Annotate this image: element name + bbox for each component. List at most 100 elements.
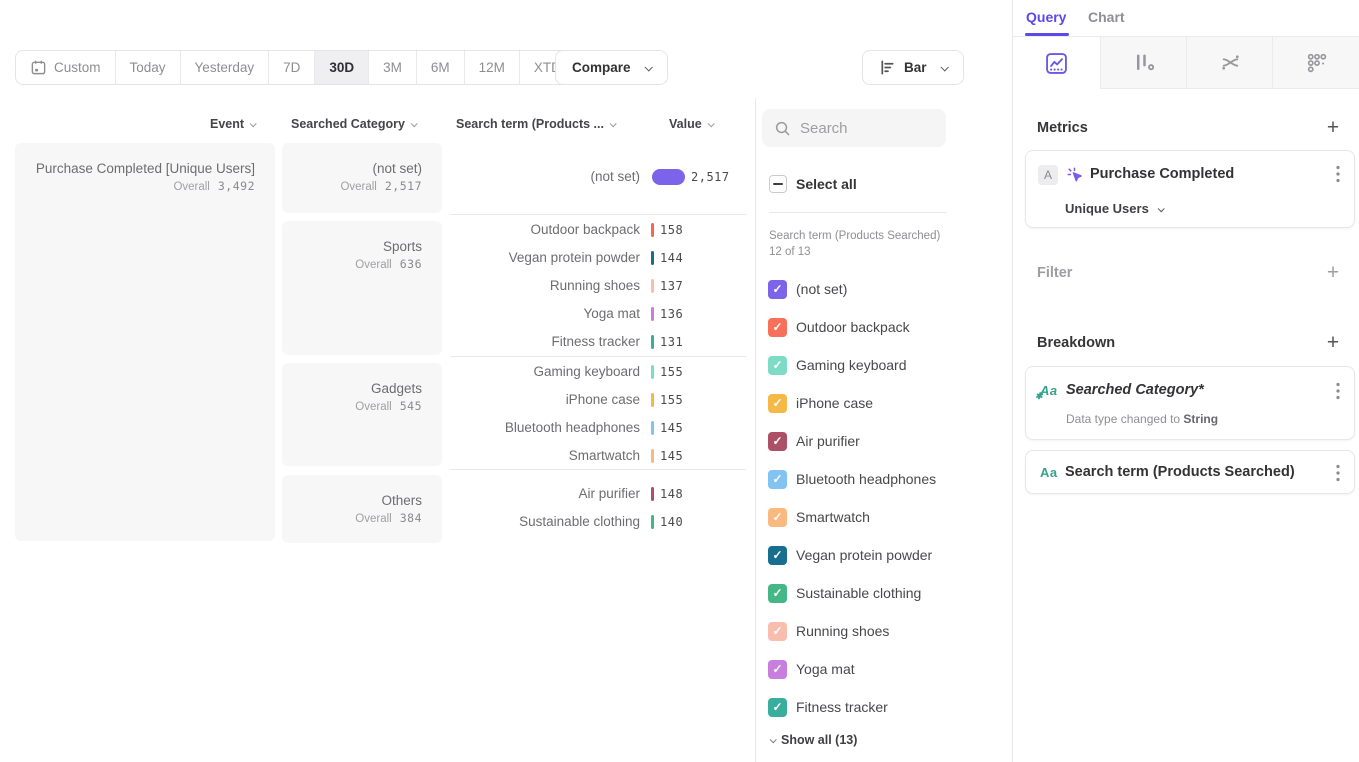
tab-query[interactable]: Query: [1026, 9, 1066, 25]
column-header-value[interactable]: Value: [669, 117, 713, 131]
show-all-label: Show all (13): [781, 733, 857, 747]
add-metric-button[interactable]: +: [1322, 117, 1344, 139]
legend-item-label: Bluetooth headphones: [796, 471, 936, 487]
breakdown-card[interactable]: Aa Search term (Products Searched): [1025, 450, 1355, 494]
checkbox-checked-icon[interactable]: [768, 394, 787, 413]
chart-type-dropdown[interactable]: Bar: [862, 50, 964, 85]
checkbox-checked-icon[interactable]: [768, 432, 787, 451]
show-all-link[interactable]: Show all (13): [770, 733, 857, 747]
value-bar: [651, 279, 654, 293]
legend-item-label: Smartwatch: [796, 509, 870, 525]
legend-item[interactable]: Outdoor backpack: [768, 317, 910, 337]
legend-item[interactable]: Bluetooth headphones: [768, 469, 936, 489]
panel-divider: [755, 98, 756, 762]
event-overall: Overall3,492: [15, 179, 275, 193]
select-all-label: Select all: [796, 176, 857, 192]
tab-chart[interactable]: Chart: [1088, 9, 1125, 25]
chart-type-label: Bar: [904, 60, 927, 75]
filter-title: Filter: [1037, 265, 1072, 281]
legend-item[interactable]: Air purifier: [768, 431, 860, 451]
date-range-custom[interactable]: Custom: [16, 51, 116, 84]
compare-button[interactable]: Compare: [555, 50, 668, 85]
search-term: (not set): [450, 169, 640, 184]
calendar-icon: [30, 59, 47, 76]
breakdown-card[interactable]: Aa ✱ Searched Category* Data type change…: [1025, 366, 1355, 440]
search-term: iPhone case: [450, 392, 640, 407]
search-term: Air purifier: [450, 486, 640, 501]
breakdown-name: Searched Category*: [1066, 382, 1204, 398]
legend-item[interactable]: (not set): [768, 279, 847, 299]
list-divider: [769, 212, 946, 213]
column-header-category[interactable]: Searched Category: [291, 117, 416, 131]
date-range-label: 7D: [283, 60, 300, 75]
breakdown-name: Search term (Products Searched): [1065, 464, 1295, 480]
kebab-menu-icon[interactable]: [1336, 464, 1340, 482]
tab-funnels[interactable]: [1100, 37, 1187, 89]
date-range-30d[interactable]: 30D: [315, 51, 369, 84]
checkbox-checked-icon[interactable]: [768, 584, 787, 603]
indeterminate-checkbox[interactable]: [769, 175, 787, 193]
date-range-yesterday[interactable]: Yesterday: [181, 51, 270, 84]
tab-retention[interactable]: [1272, 37, 1359, 89]
funnel-icon: [1133, 51, 1156, 74]
legend-item-label: (not set): [796, 281, 847, 297]
checkbox-checked-icon[interactable]: [768, 546, 787, 565]
value-bar: [651, 487, 654, 501]
checkbox-checked-icon[interactable]: [768, 508, 787, 527]
overall-label: Overall: [340, 181, 376, 193]
search-input[interactable]: [800, 120, 930, 137]
date-range-3m[interactable]: 3M: [369, 51, 417, 84]
table-row: Air purifier 148: [450, 480, 750, 508]
table-row: Fitness tracker 131: [450, 328, 750, 356]
legend-item[interactable]: Gaming keyboard: [768, 355, 907, 375]
legend-item[interactable]: Running shoes: [768, 621, 889, 641]
date-range-12m[interactable]: 12M: [465, 51, 520, 84]
table-row: Bluetooth headphones 145: [450, 414, 750, 442]
legend-item[interactable]: iPhone case: [768, 393, 873, 413]
checkbox-checked-icon[interactable]: [768, 356, 787, 375]
column-header-event[interactable]: Event: [210, 117, 255, 131]
add-breakdown-button[interactable]: +: [1322, 332, 1344, 354]
search-term: Sustainable clothing: [450, 514, 640, 529]
checkbox-checked-icon[interactable]: [768, 698, 787, 717]
value-label: 131: [660, 335, 683, 349]
header-label: Event: [210, 117, 244, 131]
add-filter-button[interactable]: +: [1322, 262, 1344, 284]
checkbox-checked-icon[interactable]: [768, 318, 787, 337]
date-range-control: Custom Today Yesterday 7D 30D 3M 6M 12M …: [15, 50, 595, 85]
chevron-down-icon: [411, 120, 418, 127]
chevron-down-icon: [610, 120, 617, 127]
legend-item[interactable]: Vegan protein powder: [768, 545, 932, 565]
search-term: Outdoor backpack: [450, 222, 640, 237]
chevron-down-icon: [250, 120, 257, 127]
note-text: Data type changed to: [1066, 412, 1183, 426]
insights-icon: [1045, 52, 1068, 75]
column-header-term[interactable]: Search term (Products ...: [456, 117, 615, 131]
tab-flows[interactable]: [1186, 37, 1273, 89]
kebab-menu-icon[interactable]: [1336, 382, 1340, 400]
legend-item[interactable]: Smartwatch: [768, 507, 870, 527]
legend-item[interactable]: Sustainable clothing: [768, 583, 921, 603]
value-bar: [651, 421, 654, 435]
checkbox-checked-icon[interactable]: [768, 280, 787, 299]
select-all[interactable]: Select all: [769, 175, 857, 193]
checkbox-checked-icon[interactable]: [768, 622, 787, 641]
kebab-menu-icon[interactable]: [1336, 165, 1340, 183]
date-range-7d[interactable]: 7D: [269, 51, 315, 84]
compare-label: Compare: [572, 60, 631, 75]
date-range-6m[interactable]: 6M: [417, 51, 465, 84]
checkbox-checked-icon[interactable]: [768, 470, 787, 489]
legend-item-label: Fitness tracker: [796, 699, 888, 715]
overall-label: Overall: [173, 181, 209, 193]
checkbox-checked-icon[interactable]: [768, 660, 787, 679]
chevron-down-icon: [770, 736, 777, 743]
measurement-dropdown[interactable]: Unique Users: [1065, 201, 1163, 216]
legend-item-label: Vegan protein powder: [796, 547, 932, 563]
tab-insights[interactable]: [1013, 37, 1100, 89]
legend-item[interactable]: Fitness tracker: [768, 697, 888, 717]
date-range-today[interactable]: Today: [116, 51, 181, 84]
legend-item[interactable]: Yoga mat: [768, 659, 855, 679]
legend-item-label: Running shoes: [796, 623, 889, 639]
value-label: 2,517: [691, 170, 730, 184]
metric-card[interactable]: A Purchase Completed Unique Users: [1025, 150, 1355, 228]
